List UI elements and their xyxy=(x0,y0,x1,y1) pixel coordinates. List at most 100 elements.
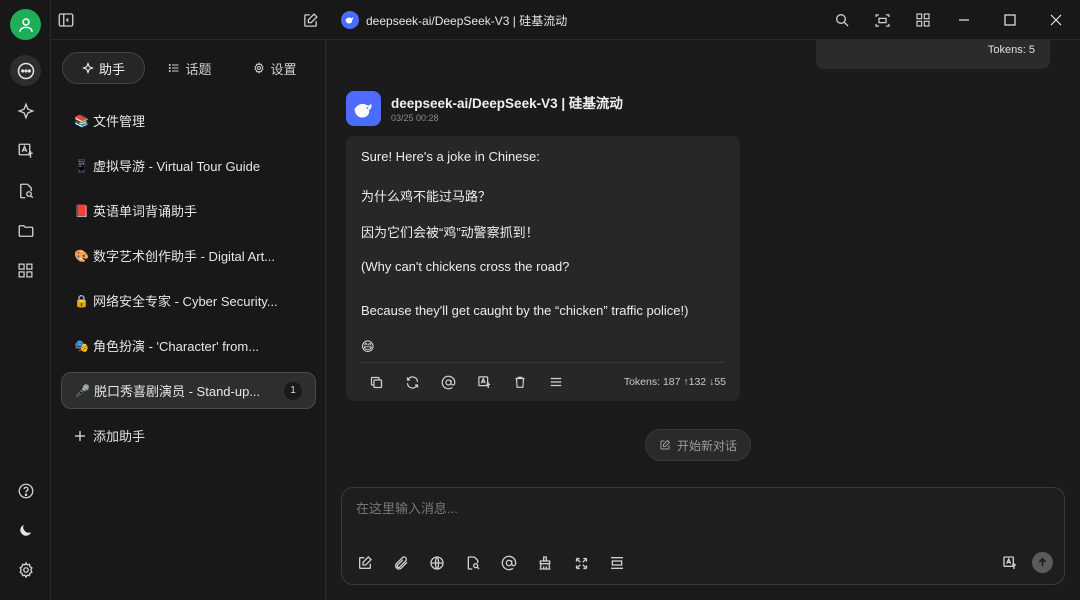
at-icon xyxy=(501,555,517,571)
gear-icon xyxy=(254,62,265,74)
search-icon xyxy=(836,14,849,27)
assistant-item[interactable]: 🎭 角色扮演 - 'Character' from... xyxy=(61,327,316,364)
mention-model-button[interactable] xyxy=(500,554,518,572)
tab-label: 助手 xyxy=(98,61,125,77)
assistant-item[interactable]: 📱 虚拟导游 - Virtual Tour Guide xyxy=(61,147,316,184)
assistant-item[interactable]: 📕 英语单词背诵助手 xyxy=(61,192,316,229)
regenerate-button[interactable] xyxy=(403,373,421,391)
deepseek-logo-icon xyxy=(341,11,359,29)
model-title-text: deepseek-ai/DeepSeek-V3 | 硅基流动 xyxy=(366,13,568,28)
sidebar-tabs: 助手 话题 设置 xyxy=(62,52,316,84)
minimize-icon xyxy=(959,19,969,21)
new-topic-tool[interactable] xyxy=(356,554,374,572)
assistant-label: 网络安全专家 - Cyber Security... xyxy=(93,294,278,309)
web-search-button[interactable] xyxy=(428,554,446,572)
folder-icon xyxy=(18,224,33,237)
broom-icon xyxy=(539,556,551,570)
mention-button[interactable] xyxy=(439,373,457,391)
more-button[interactable] xyxy=(547,373,565,391)
translate-icon xyxy=(18,143,33,158)
assistant-item-active[interactable]: 🎤 脱口秀喜剧演员 - Stand-up... 1 xyxy=(61,372,316,409)
nav-files[interactable] xyxy=(10,215,41,246)
tab-label: 设置 xyxy=(270,61,297,77)
expand-icon xyxy=(874,13,890,27)
delete-button[interactable] xyxy=(511,373,529,391)
nav-translate[interactable] xyxy=(10,135,41,166)
model-title[interactable]: deepseek-ai/DeepSeek-V3 | 硅基流动 xyxy=(341,10,567,30)
tab-topics[interactable]: 话题 xyxy=(145,52,235,84)
message-line: 为什么鸡不能过马路？ xyxy=(361,189,492,204)
user-avatar[interactable] xyxy=(10,9,41,40)
paperclip-icon xyxy=(395,556,408,570)
context-icon xyxy=(611,557,623,569)
clear-button[interactable] xyxy=(536,554,554,572)
assistant-item[interactable]: 📚 文件管理 xyxy=(61,102,316,139)
toggle-sidebar-button[interactable] xyxy=(56,10,76,30)
knowledge-button[interactable] xyxy=(464,554,482,572)
moon-icon xyxy=(20,524,32,536)
nav-chat[interactable] xyxy=(10,55,41,86)
message-timestamp: 03/25 00:28 xyxy=(391,113,439,123)
new-chat-button[interactable] xyxy=(300,10,320,30)
attach-button[interactable] xyxy=(392,554,410,572)
nav-settings[interactable] xyxy=(10,554,41,585)
expand-button[interactable] xyxy=(572,554,590,572)
expand-arrows-icon xyxy=(575,557,587,569)
tab-settings[interactable]: 设置 xyxy=(235,52,315,84)
message-emoji: 😄 xyxy=(361,339,375,354)
divider xyxy=(361,362,725,363)
model-avatar xyxy=(346,91,381,126)
palette-icon: 🎨 xyxy=(74,248,89,263)
assistant-label: 文件管理 xyxy=(93,114,146,129)
apps-button[interactable] xyxy=(913,10,933,30)
at-icon xyxy=(441,375,455,389)
trash-icon xyxy=(515,376,525,388)
message-composer xyxy=(341,487,1065,585)
close-icon xyxy=(1050,14,1062,26)
doc-search-icon xyxy=(19,183,33,198)
assistant-label: 数字艺术创作助手 - Digital Art... xyxy=(93,249,276,264)
chat-bubble-icon xyxy=(17,62,34,79)
new-topic-button[interactable]: 开始新对话 xyxy=(645,429,751,461)
minimize-button[interactable] xyxy=(954,10,974,30)
assistant-label: 英语单词背诵助手 xyxy=(93,204,198,219)
send-button[interactable] xyxy=(1032,552,1053,573)
translate-button[interactable] xyxy=(475,373,493,391)
lock-icon: 🔒 xyxy=(74,293,89,308)
nav-apps[interactable] xyxy=(10,255,41,286)
chat-area: Tokens: 5 deepseek-ai/DeepSeek-V3 | 硅基流动… xyxy=(326,40,1080,600)
assistant-item[interactable]: 🔒 网络安全专家 - Cyber Security... xyxy=(61,282,316,319)
nav-knowledge[interactable] xyxy=(10,175,41,206)
refresh-icon xyxy=(406,375,418,389)
nav-rail xyxy=(0,0,51,600)
user-icon xyxy=(18,17,33,32)
title-bar: deepseek-ai/DeepSeek-V3 | 硅基流动 xyxy=(51,0,1080,40)
nav-theme[interactable] xyxy=(10,515,41,546)
sparkle-icon xyxy=(81,62,94,74)
close-button[interactable] xyxy=(1046,10,1066,30)
assistant-item[interactable]: 🎨 数字艺术创作助手 - Digital Art... xyxy=(61,237,316,274)
layout-button[interactable] xyxy=(872,10,892,30)
arrow-up-icon xyxy=(1038,557,1047,567)
tab-assistants[interactable]: 助手 xyxy=(62,52,145,84)
context-button[interactable] xyxy=(608,554,626,572)
gear-icon xyxy=(18,561,33,578)
maximize-button[interactable] xyxy=(1000,10,1020,30)
assistant-list: 📚 文件管理 📱 虚拟导游 - Virtual Tour Guide 📕 英语单… xyxy=(61,102,316,462)
translate-input-button[interactable] xyxy=(1001,554,1019,572)
globe-icon xyxy=(430,556,444,570)
masks-icon: 🎭 xyxy=(74,338,89,353)
translate-icon xyxy=(1003,556,1016,569)
previous-message: Tokens: 5 xyxy=(816,40,1050,69)
grid-icon xyxy=(18,263,33,278)
token-usage: Tokens: 187 ↑132 ↓55 xyxy=(623,376,726,388)
menu-icon xyxy=(550,377,562,387)
assistant-sidebar: 助手 话题 设置 📚 文件管理 📱 虚拟导游 - Virtual Tour Gu… xyxy=(51,40,326,600)
search-button[interactable] xyxy=(832,10,852,30)
nav-help[interactable] xyxy=(10,475,41,506)
nav-agents[interactable] xyxy=(10,95,41,126)
message-input[interactable] xyxy=(356,498,1046,518)
copy-button[interactable] xyxy=(367,373,385,391)
assistant-label: 角色扮演 - 'Character' from... xyxy=(93,339,260,354)
add-assistant-button[interactable]: 添加助手 xyxy=(61,417,316,454)
